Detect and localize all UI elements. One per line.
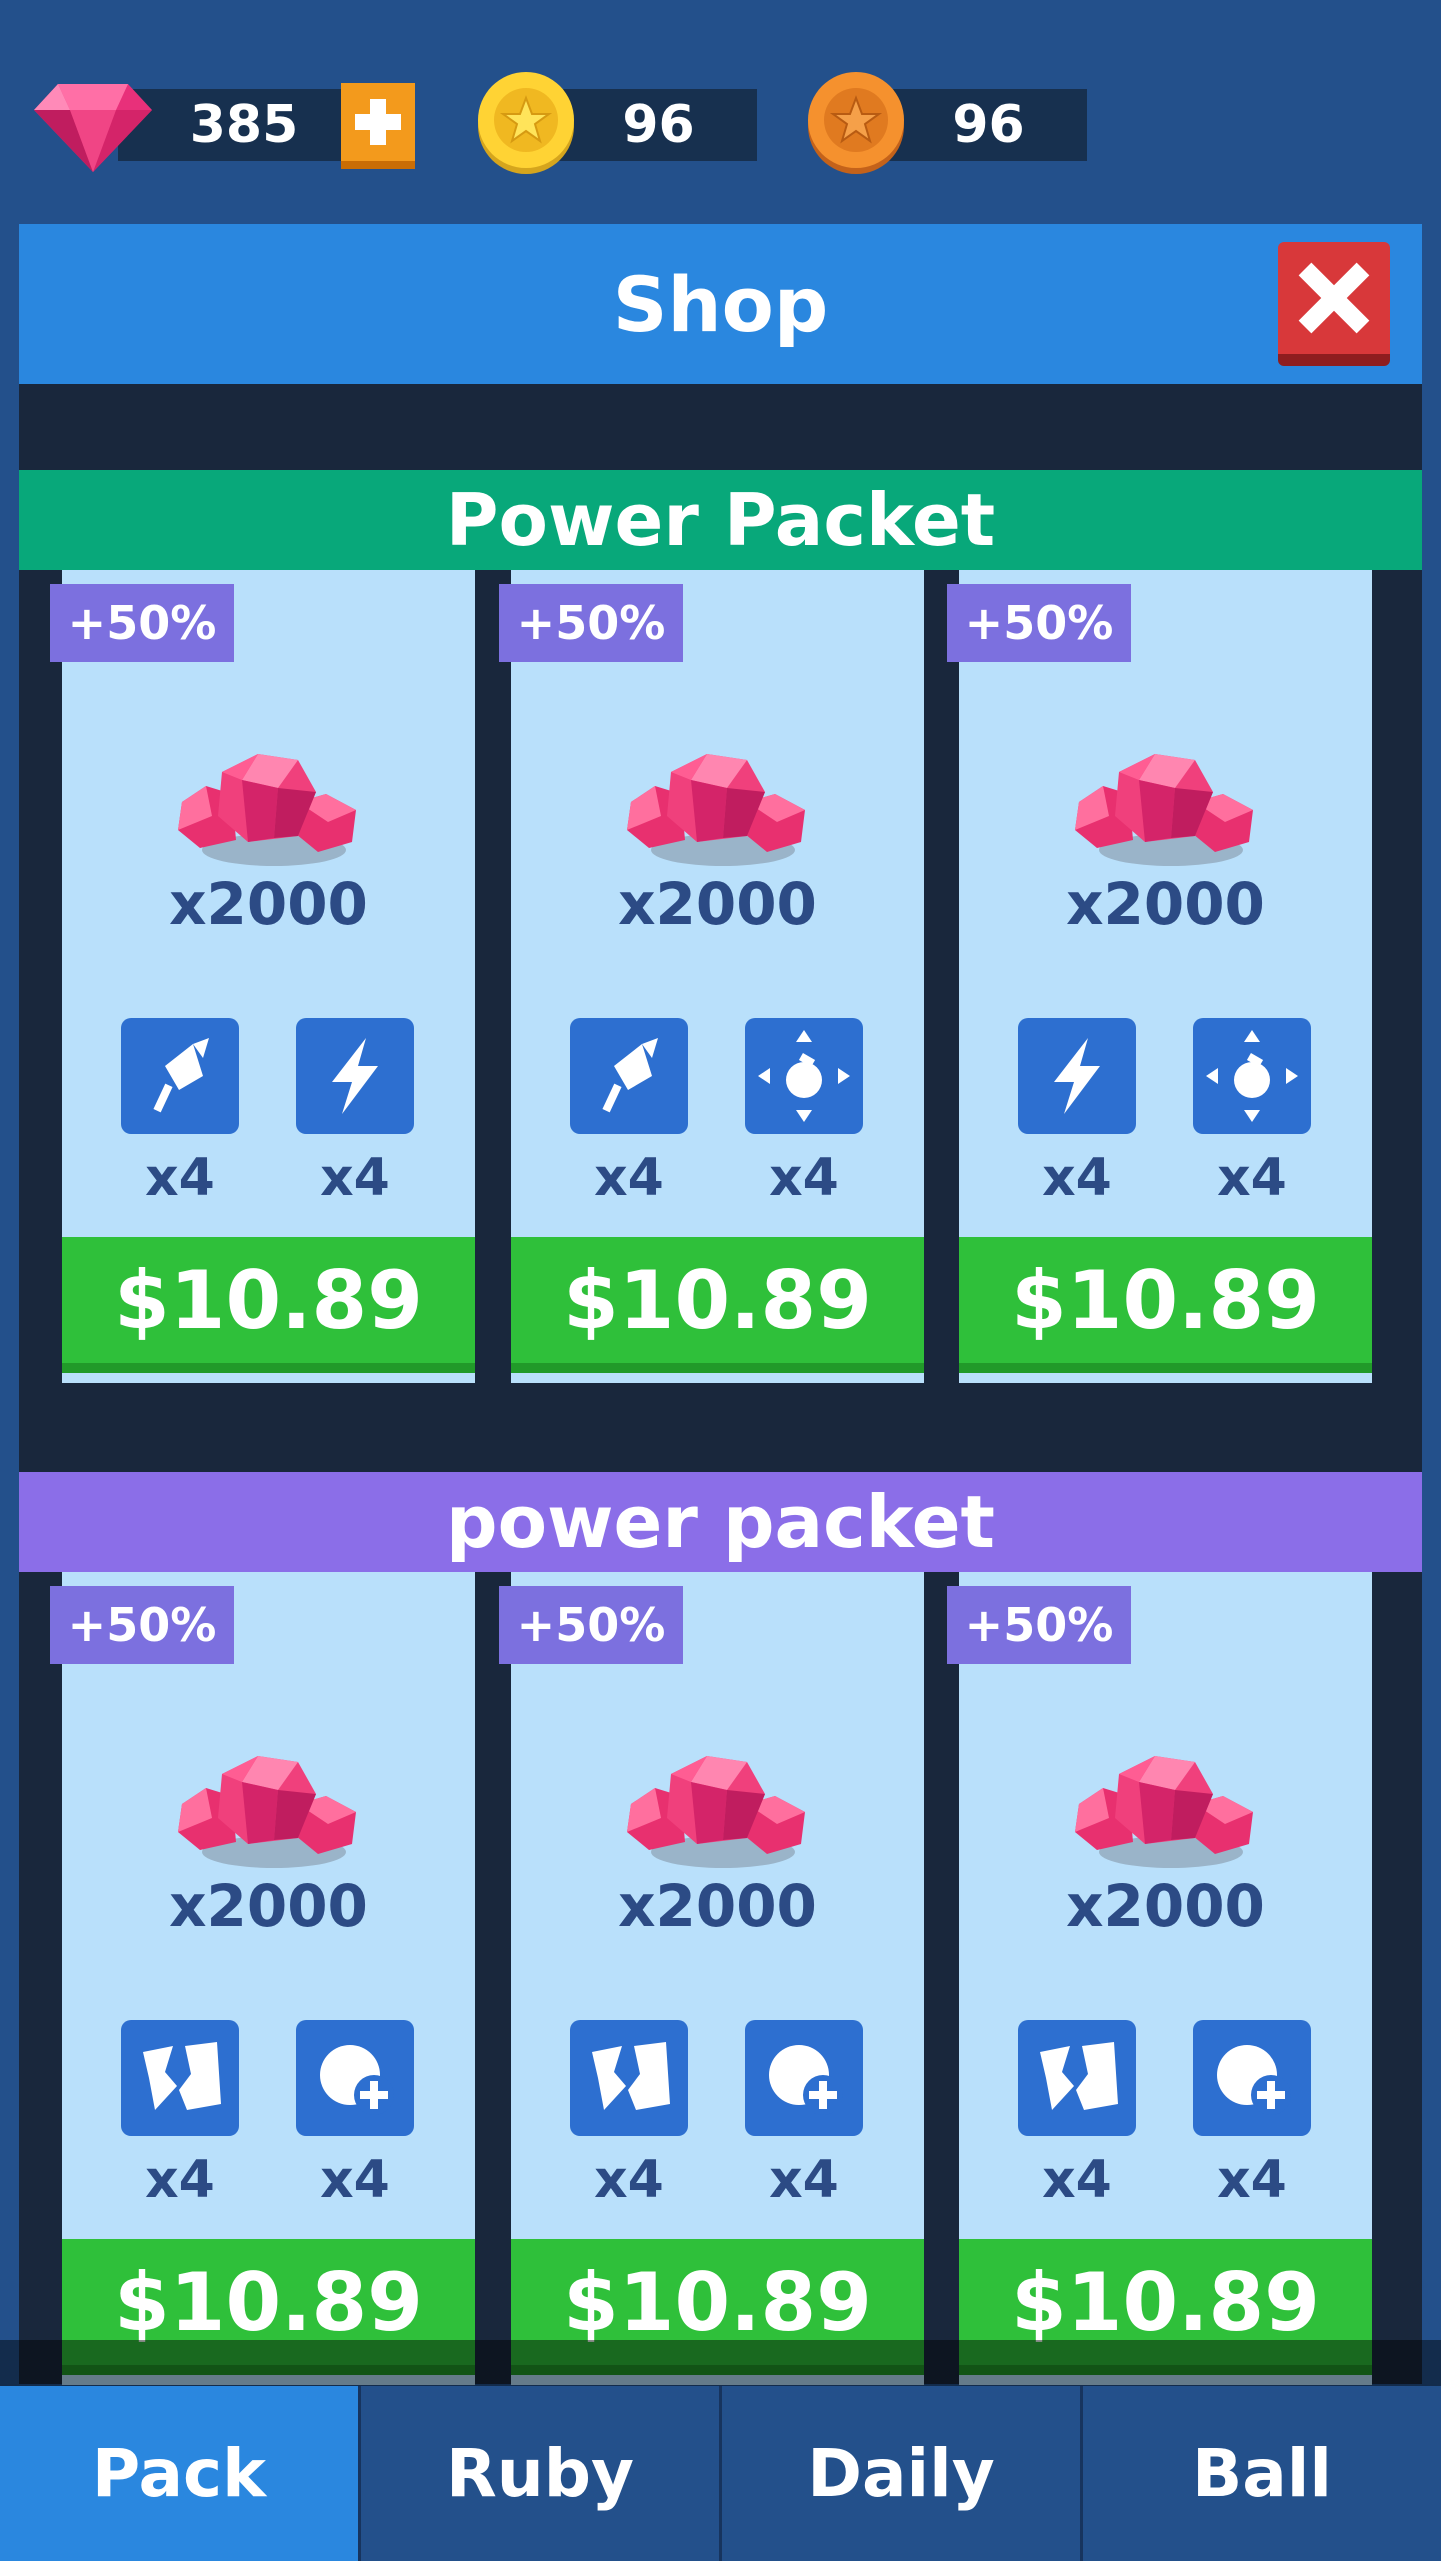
tab-pack[interactable]: Pack [0,2386,358,2561]
gold-coin-icon [478,72,574,174]
bonus-label: +50% [516,596,666,650]
gem-amount: x2000 [1066,870,1265,938]
price-label: $10.89 [1011,1253,1320,1347]
tab-label: Ruby [445,2435,635,2512]
powerup-count: x4 [320,2150,390,2210]
add-ball-icon [745,2020,863,2136]
section-title-power-packet: Power Packet [19,470,1422,570]
tab-ball[interactable]: Ball [1080,2386,1441,2561]
rocket-icon [570,1018,688,1134]
bonus-label: +50% [516,1598,666,1652]
pack-card[interactable]: +50% x2000 x4 x4 $10.89 [947,1572,1372,2385]
tab-label: Daily [807,2435,995,2512]
buy-button[interactable]: $10.89 [511,1237,924,1373]
ruby-icon [34,84,152,172]
bomb-icon [1193,1018,1311,1134]
powerup-count: x4 [769,2150,839,2210]
bonus-badge: +50% [499,1586,683,1664]
bottom-tab-bar: Pack Ruby Daily Ball [0,2386,1441,2561]
tab-label: Pack [91,2435,267,2512]
tab-ruby[interactable]: Ruby [358,2386,719,2561]
gem-amount: x2000 [618,870,817,938]
bomb-icon [745,1018,863,1134]
powerup-count: x4 [1217,1148,1287,1208]
break-icon [121,2020,239,2136]
pack-card[interactable]: +50% x2000 x4 x4 $10.89 [947,570,1372,1383]
lightning-icon [1018,1018,1136,1134]
powerup-count: x4 [1042,2150,1112,2210]
price-label: $10.89 [563,1253,872,1347]
shop-header: Shop [19,224,1422,384]
ruby-pile-icon [627,1752,809,1870]
pack-card[interactable]: +50% x2000 x4 x4 $10.89 [499,570,924,1383]
powerup-count: x4 [145,2150,215,2210]
pack-card[interactable]: +50% x2000 x4 x4 $10.89 [50,570,475,1383]
pack-card[interactable]: +50% x2000 x4 x4 $10.89 [50,1572,475,2385]
bonus-label: +50% [964,1598,1114,1652]
tab-shadow [0,2340,1441,2386]
powerup-count: x4 [594,2150,664,2210]
powerup-count: x4 [145,1148,215,1208]
price-label: $10.89 [1011,2255,1320,2349]
bonus-badge: +50% [50,584,234,662]
add-ball-icon [1193,2020,1311,2136]
section-title-label: Power Packet [445,478,996,562]
page-title: Shop [612,259,829,349]
gold-coin-count: 96 [622,95,695,155]
bonus-badge: +50% [947,1586,1131,1664]
powerup-count: x4 [594,1148,664,1208]
price-label: $10.89 [114,2255,423,2349]
gem-amount: x2000 [618,1872,817,1940]
ruby-pile-icon [178,1752,360,1870]
gem-amount: x2000 [169,870,368,938]
ruby-pile-icon [1075,750,1257,868]
add-gems-button[interactable] [341,83,415,169]
break-icon [1018,2020,1136,2136]
tab-daily[interactable]: Daily [719,2386,1080,2561]
buy-button[interactable]: $10.89 [62,1237,475,1373]
buy-button[interactable]: $10.89 [959,1237,1372,1373]
section-title-label: power packet [446,1480,995,1564]
powerup-count: x4 [1042,1148,1112,1208]
gem-counter: 385 [118,89,370,161]
bonus-badge: +50% [947,584,1131,662]
price-label: $10.89 [114,1253,423,1347]
bonus-label: +50% [964,596,1114,650]
bronze-coin-icon [808,72,904,174]
gem-amount: x2000 [169,1872,368,1940]
ruby-pile-icon [627,750,809,868]
tab-label: Ball [1191,2435,1333,2512]
powerup-count: x4 [320,1148,390,1208]
gem-amount: x2000 [1066,1872,1265,1940]
bronze-coin-count: 96 [952,95,1025,155]
gem-count: 385 [189,95,299,155]
ruby-pile-icon [1075,1752,1257,1870]
close-icon [1298,262,1370,334]
bonus-badge: +50% [499,584,683,662]
close-button[interactable] [1278,242,1390,366]
plus-icon [355,99,401,145]
rocket-icon [121,1018,239,1134]
bonus-badge: +50% [50,1586,234,1664]
section-title-power-packet-2: power packet [19,1472,1422,1572]
bonus-label: +50% [67,1598,217,1652]
add-ball-icon [296,2020,414,2136]
pack-card[interactable]: +50% x2000 x4 x4 $10.89 [499,1572,924,2385]
powerup-count: x4 [769,1148,839,1208]
lightning-icon [296,1018,414,1134]
break-icon [570,2020,688,2136]
powerup-count: x4 [1217,2150,1287,2210]
bonus-label: +50% [67,596,217,650]
price-label: $10.89 [563,2255,872,2349]
ruby-pile-icon [178,750,360,868]
